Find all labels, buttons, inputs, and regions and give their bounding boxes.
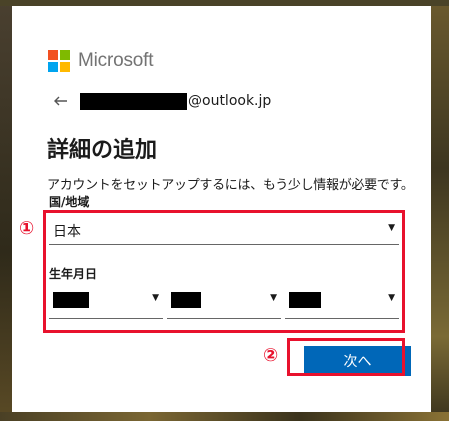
chevron-down-icon: ▼ — [388, 293, 395, 303]
birth-month-redacted — [171, 292, 201, 308]
annotation-marker-1: ① — [19, 218, 35, 239]
birth-day-redacted — [289, 292, 321, 308]
country-select-value: 日本 — [53, 224, 81, 240]
background-right — [431, 0, 449, 421]
birth-year-redacted — [53, 292, 89, 308]
birth-day-select[interactable]: ▼ — [285, 289, 399, 319]
page-title: 詳細の追加 — [47, 138, 158, 163]
email-username-redacted — [80, 92, 187, 110]
birth-month-select[interactable]: ▼ — [167, 289, 281, 319]
birthdate-label: 生年月日 — [49, 267, 98, 281]
chevron-down-icon: ▼ — [152, 293, 159, 303]
country-select[interactable]: 日本 ▼ — [49, 219, 399, 245]
email-domain: @outlook.jp — [188, 93, 272, 109]
signup-dialog: Microsoft @outlook.jp 詳細の追加 アカウントをセットアップ… — [12, 6, 431, 412]
annotation-marker-2: ② — [263, 345, 279, 366]
background-left — [0, 0, 12, 421]
microsoft-logo: Microsoft — [48, 50, 153, 72]
page-subtitle: アカウントをセットアップするには、もう少し情報が必要です。 — [47, 178, 414, 193]
brand-name: Microsoft — [78, 50, 154, 71]
background-bottom — [0, 412, 449, 421]
birth-year-select[interactable]: ▼ — [49, 289, 163, 319]
chevron-down-icon: ▼ — [270, 293, 277, 303]
next-button[interactable]: 次へ — [304, 346, 411, 376]
country-label: 国/地域 — [49, 195, 90, 209]
chevron-down-icon: ▼ — [388, 223, 395, 233]
microsoft-logo-icon — [48, 50, 70, 72]
account-identity-row: @outlook.jp — [52, 92, 271, 110]
back-arrow-icon[interactable] — [52, 92, 70, 110]
